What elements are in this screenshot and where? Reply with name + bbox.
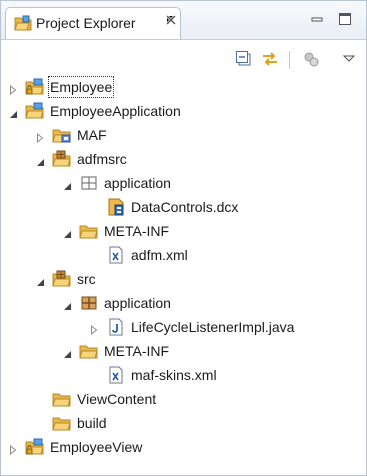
collapse-arrow-icon[interactable] [62,346,72,358]
collapse-arrow-icon[interactable] [35,274,45,286]
view-toolbar [1,39,366,73]
tree-item-label: DataControls.dcx [131,199,239,215]
tree-item-label: maf-skins.xml [131,367,217,383]
tree-item[interactable]: DataControls.dcx [1,195,366,219]
collapse-arrow-icon[interactable] [62,178,72,190]
project-explorer-view: Project Explorer Employee EmployeeApplic… [0,0,367,476]
tree-item[interactable]: ViewContent [1,387,366,411]
tree-item[interactable]: META-INF [1,339,366,363]
project-explorer-icon [14,15,32,31]
expand-arrow-icon[interactable] [8,82,18,96]
project-lock-icon [25,438,45,456]
tree-item[interactable]: EmployeeApplication [1,99,366,123]
tree-item[interactable]: Employee [1,75,366,99]
project-lock-icon [25,78,45,96]
tree-item[interactable]: adfm.xml [1,243,366,267]
tree-item[interactable]: src [1,267,366,291]
package-outline-icon [79,174,99,192]
tree-item[interactable]: EmployeeView [1,435,366,459]
collapse-arrow-icon[interactable] [8,106,18,118]
tree-item[interactable]: application [1,171,366,195]
close-icon[interactable] [164,13,178,27]
tree-item-label: META-INF [104,343,170,359]
collapse-all-icon[interactable] [234,49,254,69]
focus-on-working-set-icon[interactable] [301,49,321,69]
expand-arrow-icon[interactable] [8,442,18,456]
tree-item[interactable]: build [1,411,366,435]
tree-item-label: Employee [47,76,115,98]
tree-item-label: ViewContent [77,391,157,407]
tree-item-label: LifeCycleListenerImpl.java [131,319,295,335]
view-menu-icon[interactable] [339,49,359,69]
tab-title: Project Explorer [36,15,136,31]
minimize-icon[interactable] [309,11,325,27]
datacontrols-file-icon [106,198,126,216]
tree-item-label: application [104,295,171,311]
xml-file-icon [106,246,126,264]
open-folder-icon [79,342,99,360]
tree-item[interactable]: adfmsrc [1,147,366,171]
source-folder-icon [52,150,72,168]
tree-item-label: EmployeeApplication [50,103,181,119]
open-folder-icon [52,390,72,408]
tree-item-label: build [77,415,107,431]
tree-item-label: EmployeeView [50,439,143,455]
tree-item[interactable]: maf-skins.xml [1,363,366,387]
maf-folder-icon [52,126,72,144]
tree-item[interactable]: application [1,291,366,315]
toolbar-separator [289,51,290,69]
tree-item-label: MAF [77,127,107,143]
xml-file-icon [106,366,126,384]
link-with-editor-icon[interactable] [260,49,280,69]
collapse-arrow-icon[interactable] [62,226,72,238]
maximize-icon[interactable] [337,11,353,27]
open-project-folder-icon [25,102,45,120]
tree-item[interactable]: LifeCycleListenerImpl.java [1,315,366,339]
collapse-arrow-icon[interactable] [35,154,45,166]
open-folder-icon [52,414,72,432]
tab-project-explorer[interactable]: Project Explorer [5,7,181,39]
tree-item-label: META-INF [104,223,170,239]
tree-item-label: adfm.xml [131,247,188,263]
expand-arrow-icon[interactable] [35,130,45,144]
view-tab-bar: Project Explorer [1,1,366,40]
package-icon [79,294,99,312]
source-folder-icon [52,270,72,288]
tree-item[interactable]: MAF [1,123,366,147]
tree-item-label: application [104,175,171,191]
tree-item[interactable]: META-INF [1,219,366,243]
tree-item-label: src [77,271,96,287]
expand-arrow-icon[interactable] [89,322,99,336]
collapse-arrow-icon[interactable] [62,298,72,310]
java-file-icon [106,318,126,336]
open-folder-icon [79,222,99,240]
tree-item-label: adfmsrc [77,151,127,167]
